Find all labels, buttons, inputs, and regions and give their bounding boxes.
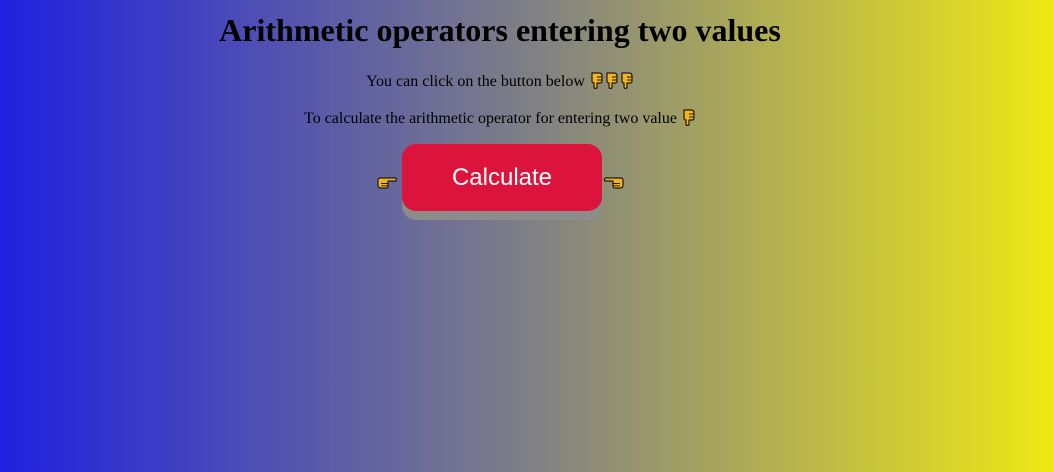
instruction-text-1: You can click on the button below [366,73,585,90]
pointing-right-icon [377,174,398,190]
instruction-line-2: To calculate the arithmetic operator for… [0,109,1000,132]
calculate-button[interactable]: Calculate [402,144,602,211]
instruction-line-1: You can click on the button below [0,72,1000,95]
pointing-down-icon [605,72,619,95]
pointing-left-icon [603,174,624,190]
calculate-button-wrapper: Calculate [402,144,602,220]
page-title: Arithmetic operators entering two values [219,12,781,48]
pointing-down-icon [590,72,604,95]
pointing-down-icon [620,72,634,95]
pointing-down-icon [682,109,696,132]
instruction-text-2: To calculate the arithmetic operator for… [304,110,677,127]
